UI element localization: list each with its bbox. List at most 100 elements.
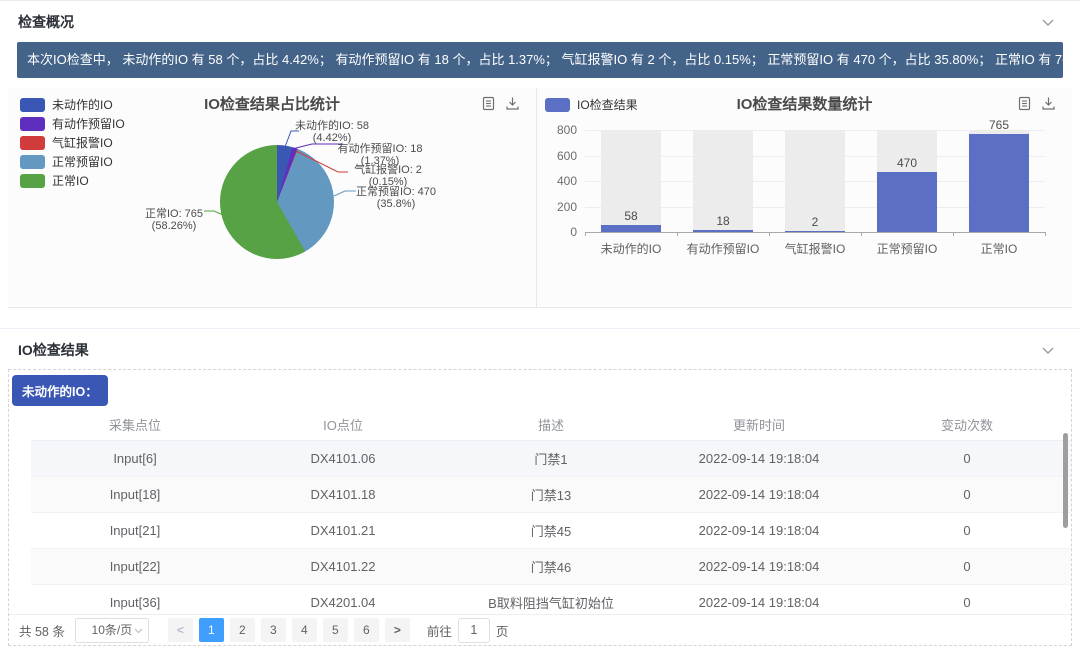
table-cell: 门禁13	[447, 476, 655, 512]
pagination-bar: 共 58 条 10条/页 < 123456 > 前往 页	[9, 614, 1071, 645]
page-buttons: 123456	[196, 618, 382, 642]
table-cell: Input[6]	[31, 440, 239, 476]
pie-chart-title: IO检查结果占比统计	[8, 93, 536, 114]
y-axis-tick-label: 800	[545, 123, 577, 137]
table-cell: 0	[863, 512, 1071, 548]
bar-value-label: 765	[969, 118, 1029, 132]
table-cell: Input[22]	[31, 548, 239, 584]
page-size-value: 10条/页	[92, 623, 133, 637]
download-image-icon[interactable]	[1041, 96, 1056, 116]
table-cell: 门禁46	[447, 548, 655, 584]
y-axis-tick-label: 0	[545, 225, 577, 239]
table-cell: 2022-09-14 19:18:04	[655, 476, 863, 512]
result-collapse-chevron-down-icon[interactable]	[1042, 342, 1054, 360]
bar-toolbox	[1017, 96, 1056, 116]
table-cell: Input[18]	[31, 476, 239, 512]
x-axis-category-label: 正常IO	[953, 240, 1045, 257]
legend-swatch	[20, 174, 45, 188]
table-cell: DX4101.18	[239, 476, 447, 512]
table-cell: DX4101.22	[239, 548, 447, 584]
pie-slice-label: 气缸报警IO: 2(0.15%)	[354, 164, 422, 188]
result-section-header: IO检查结果	[0, 329, 1080, 365]
overview-section-title: 检查概况	[18, 14, 74, 30]
download-image-icon[interactable]	[505, 96, 520, 116]
pie-slice-label: 未动作的IO: 58(4.42%)	[295, 120, 369, 144]
page-button-active[interactable]: 1	[199, 618, 224, 642]
table-cell: 门禁45	[447, 512, 655, 548]
table-cell: 0	[863, 440, 1071, 476]
pagination-total: 共 58 条	[19, 621, 65, 640]
page-button[interactable]: 2	[230, 618, 255, 642]
x-axis-category-label: 未动作的IO	[585, 240, 677, 257]
table-cell: 2022-09-14 19:18:04	[655, 440, 863, 476]
table-scrollbar-thumb[interactable]	[1063, 433, 1068, 528]
legend-swatch	[20, 155, 45, 169]
io-summary-banner: 本次IO检查中， 未动作的IO 有 58 个，占比 4.42%； 有动作预留IO…	[17, 42, 1063, 78]
table-cell: DX4101.21	[239, 512, 447, 548]
page-button[interactable]: 6	[354, 618, 379, 642]
goto-unit-label: 页	[496, 621, 509, 640]
x-axis-category-label: 正常预留IO	[861, 240, 953, 257]
pie-legend-item[interactable]: 正常IO	[20, 171, 125, 190]
x-axis-category-label: 有动作预留IO	[677, 240, 769, 257]
pie-slice-label: 正常IO: 765(58.26%)	[145, 208, 203, 232]
page-button[interactable]: 4	[292, 618, 317, 642]
table-row: Input[22]DX4101.22门禁462022-09-14 19:18:0…	[31, 548, 1071, 584]
legend-swatch	[20, 117, 45, 131]
bar-value-label: 58	[601, 209, 661, 223]
legend-label: 正常IO	[52, 172, 89, 189]
bar-chart-title: IO检查结果数量统计	[537, 93, 1072, 114]
result-table-container: 未动作的IO： 采集点位IO点位描述更新时间变动次数 Input[6]DX410…	[8, 369, 1072, 646]
data-view-icon[interactable]	[1017, 96, 1032, 116]
page-button[interactable]: 5	[323, 618, 348, 642]
x-axis-line	[585, 232, 1046, 233]
table-cell: Input[21]	[31, 512, 239, 548]
pie-toolbox	[481, 96, 520, 116]
category-badge[interactable]: 未动作的IO：	[12, 375, 108, 406]
table-cell: 2022-09-14 19:18:04	[655, 548, 863, 584]
table-column-header: 变动次数	[863, 410, 1071, 440]
chevron-down-icon	[134, 628, 143, 634]
y-axis-tick-label: 600	[545, 149, 577, 163]
page-size-select[interactable]: 10条/页	[75, 618, 149, 643]
pie-legend-item[interactable]: 有动作预留IO	[20, 114, 125, 133]
bar[interactable]	[969, 134, 1029, 232]
table-column-header: 更新时间	[655, 410, 863, 440]
table-cell: 0	[863, 476, 1071, 512]
bar[interactable]	[601, 225, 661, 232]
y-axis-tick-label: 200	[545, 200, 577, 214]
charts-row: 未动作的IO有动作预留IO气缸报警IO正常预留IO正常IO IO检查结果占比统计…	[8, 88, 1072, 308]
bar-chart-panel: IO检查结果 IO检查结果数量统计 020040060080058未动作的IO1…	[537, 88, 1072, 308]
bar-value-label: 470	[877, 156, 937, 170]
legend-label: 有动作预留IO	[52, 115, 125, 132]
table-cell: 门禁1	[447, 440, 655, 476]
x-axis-category-label: 气缸报警IO	[769, 240, 861, 257]
table-cell: 0	[863, 548, 1071, 584]
goto-label: 前往	[427, 621, 452, 640]
table-row: Input[21]DX4101.21门禁452022-09-14 19:18:0…	[31, 512, 1071, 548]
table-row: Input[18]DX4101.18门禁132022-09-14 19:18:0…	[31, 476, 1071, 512]
bar-value-label: 18	[693, 214, 753, 228]
page-button[interactable]: 3	[261, 618, 286, 642]
bar[interactable]	[877, 172, 937, 232]
legend-label: 正常预留IO	[52, 153, 113, 170]
pie-legend-item[interactable]: 气缸报警IO	[20, 133, 125, 152]
next-page-button[interactable]: >	[385, 618, 410, 642]
legend-swatch	[20, 136, 45, 150]
bar-value-label: 2	[785, 215, 845, 229]
pie-chart-panel: 未动作的IO有动作预留IO气缸报警IO正常预留IO正常IO IO检查结果占比统计…	[8, 88, 537, 308]
table-column-header: 描述	[447, 410, 655, 440]
x-axis-tick	[1045, 232, 1046, 236]
io-result-table: 采集点位IO点位描述更新时间变动次数 Input[6]DX4101.06门禁12…	[31, 410, 1071, 621]
data-view-icon[interactable]	[481, 96, 496, 116]
prev-page-button[interactable]: <	[168, 618, 193, 642]
goto-page-input[interactable]	[458, 618, 490, 643]
table-cell: 2022-09-14 19:18:04	[655, 512, 863, 548]
overview-section-header: 检查概况	[0, 0, 1080, 36]
pie-chart[interactable]	[220, 145, 334, 259]
overview-collapse-chevron-down-icon[interactable]	[1042, 14, 1054, 32]
table-column-header: 采集点位	[31, 410, 239, 440]
table-header-row: 采集点位IO点位描述更新时间变动次数	[31, 410, 1071, 440]
pie-legend-item[interactable]: 正常预留IO	[20, 152, 125, 171]
table-row: Input[6]DX4101.06门禁12022-09-14 19:18:040	[31, 440, 1071, 476]
